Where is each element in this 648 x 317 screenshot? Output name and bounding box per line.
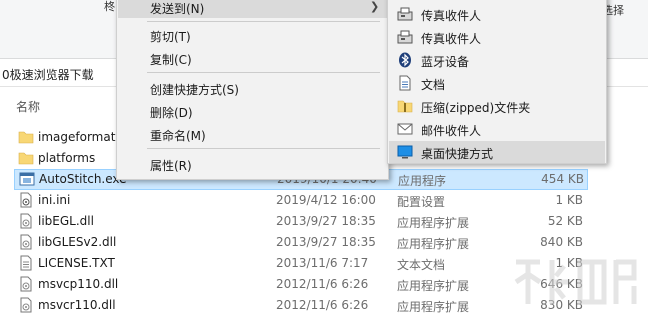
file-type: 配置设置 <box>397 195 446 209</box>
file-size: 1 KB <box>555 193 583 207</box>
watermark-logo <box>514 259 637 305</box>
file-date: 2012/11/6 6:26 <box>276 298 369 312</box>
breadcrumb[interactable]: 0极速浏览器下载 <box>2 66 94 83</box>
zip-folder-icon <box>397 100 413 113</box>
menu-item-properties[interactable]: 属性(R) <box>118 153 387 175</box>
file-size: 52 KB <box>547 214 583 228</box>
file-type: 应用程序扩展 <box>397 216 470 230</box>
file-size: 454 KB <box>541 172 584 186</box>
send-to-item-documents[interactable]: 文档 <box>389 72 605 94</box>
send-to-item-fax[interactable]: 传真收件人 <box>389 26 605 48</box>
file-type: 文本文档 <box>397 258 446 272</box>
file-type: 应用程序扩展 <box>397 279 470 293</box>
file-name: msvcp110.dll <box>38 277 119 291</box>
fax-icon <box>397 7 413 21</box>
dll-icon <box>20 234 32 250</box>
file-name: platforms <box>38 151 96 165</box>
menu-separator <box>147 148 380 149</box>
file-name: LICENSE.TXT <box>38 256 115 270</box>
context-menu: 发送到(N) ❯ 剪切(T) 复制(C) 创建快捷方式(S) 删除(D) 重命名… <box>116 0 389 180</box>
file-date: 2012/11/6 6:26 <box>276 277 369 291</box>
file-name: AutoStitch.exe <box>39 172 127 186</box>
chevron-right-icon: ❯ <box>370 0 380 13</box>
column-header-name[interactable]: 名称 <box>16 98 40 115</box>
file-type: 应用程序 <box>398 174 447 188</box>
documents-icon <box>399 75 411 91</box>
menu-item-send-to[interactable]: 发送到(N) ❯ <box>118 0 387 18</box>
file-row[interactable]: ini.ini 2019/4/12 16:00 配置设置 1 KB <box>0 190 648 211</box>
send-to-item-fax[interactable]: 传真收件人 <box>389 3 605 25</box>
file-row[interactable]: libGLESv2.dll 2013/9/27 18:35 应用程序扩展 840… <box>0 232 648 253</box>
file-type: 应用程序扩展 <box>397 300 470 314</box>
desktop-icon <box>397 145 413 159</box>
bluetooth-icon <box>399 52 411 68</box>
menu-separator <box>147 21 380 22</box>
file-name: msvcr110.dll <box>38 298 116 312</box>
file-row[interactable]: libEGL.dll 2013/9/27 18:35 应用程序扩展 52 KB <box>0 211 648 232</box>
file-name: libEGL.dll <box>38 214 94 228</box>
file-name: imageformats <box>38 130 122 144</box>
ribbon-label-fragment[interactable]: 柊 <box>104 0 115 14</box>
menu-item-copy[interactable]: 复制(C) <box>118 47 387 69</box>
menu-separator <box>147 72 380 73</box>
menu-item-delete[interactable]: 删除(D) <box>118 100 387 122</box>
dll-icon <box>20 297 32 313</box>
dll-icon <box>20 276 32 292</box>
file-name: libGLESv2.dll <box>38 235 117 249</box>
send-to-item-bluetooth[interactable]: 蓝牙设备 <box>389 49 605 71</box>
file-date: 2013/11/6 7:17 <box>276 256 369 270</box>
menu-item-rename[interactable]: 重命名(M) <box>118 123 387 145</box>
txt-icon <box>20 255 32 271</box>
file-type: 应用程序扩展 <box>397 237 470 251</box>
menu-item-create-shortcut[interactable]: 创建快捷方式(S) <box>118 77 387 99</box>
folder-icon <box>18 131 34 144</box>
exe-icon <box>19 172 35 186</box>
file-date: 2019/4/12 16:00 <box>276 193 376 207</box>
send-to-item-zip[interactable]: 压缩(zipped)文件夹 <box>389 95 605 117</box>
file-size: 840 KB <box>540 235 583 249</box>
folder-icon <box>18 152 34 165</box>
send-to-item-desktop[interactable]: 桌面快捷方式 <box>389 141 605 163</box>
mail-icon <box>397 123 413 135</box>
send-to-submenu: 传真收件人 传真收件人 蓝牙设备 文档 压缩(zipped)文件夹 邮件收件人 … <box>387 0 607 164</box>
file-date: 2013/9/27 18:35 <box>276 235 376 249</box>
file-date: 2013/9/27 18:35 <box>276 214 376 228</box>
fax-icon <box>397 30 413 44</box>
file-name: ini.ini <box>38 193 71 207</box>
menu-item-cut[interactable]: 剪切(T) <box>118 24 387 46</box>
dll-icon <box>20 213 32 229</box>
send-to-item-mail[interactable]: 邮件收件人 <box>389 118 605 140</box>
ini-icon <box>20 192 32 208</box>
